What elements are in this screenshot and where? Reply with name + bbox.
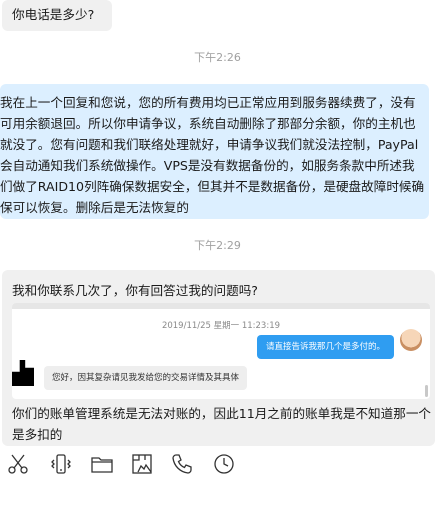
quoted-message-outgoing: 请直接告诉我那几个是多付的。	[256, 335, 394, 359]
divider	[12, 303, 430, 309]
timestamp: 下午2:26	[194, 51, 241, 64]
phone-shake-icon[interactable]	[49, 452, 73, 476]
message-bubble-incoming: 我和你联系几次了，你有回答过我的问题吗? 2019/11/25 星期一 11:2…	[2, 270, 435, 446]
image-icon[interactable]	[130, 452, 154, 476]
message-text: 你们的账单管理系统是无法对账的，因此11月之前的账单我是不知道那一个是多扣的	[12, 406, 432, 442]
message-bubble-outgoing: 我在上一个回复和您说，您的所有费用均已正常应用到服务器续费了，没有可用余额退回。…	[0, 84, 429, 219]
scissors-icon[interactable]	[6, 452, 30, 476]
avatar	[400, 329, 422, 351]
scrollbar	[425, 385, 428, 397]
quoted-timestamp: 2019/11/25 星期一 11:23:19	[161, 321, 281, 331]
quoted-message-incoming: 您好，因其复杂请见我发给您的交易详情及其具体	[44, 366, 248, 390]
message-text: 我和你联系几次了，你有回答过我的问题吗?	[12, 283, 258, 298]
redacted-avatar	[12, 360, 34, 386]
phone-icon[interactable]	[170, 452, 194, 476]
input-toolbar	[0, 444, 435, 484]
timestamp: 下午2:29	[194, 239, 241, 252]
quoted-screenshot: 2019/11/25 星期一 11:23:19 请直接告诉我那几个是多付的。 您…	[12, 303, 430, 399]
message-text: 我在上一个回复和您说，您的所有费用均已正常应用到服务器续费了，没有可用余额退回。…	[0, 95, 425, 215]
message-text: 你电话是多少?	[12, 7, 95, 22]
clock-icon[interactable]	[212, 452, 236, 476]
folder-icon[interactable]	[90, 452, 114, 476]
message-bubble-incoming: 你电话是多少?	[2, 0, 112, 31]
